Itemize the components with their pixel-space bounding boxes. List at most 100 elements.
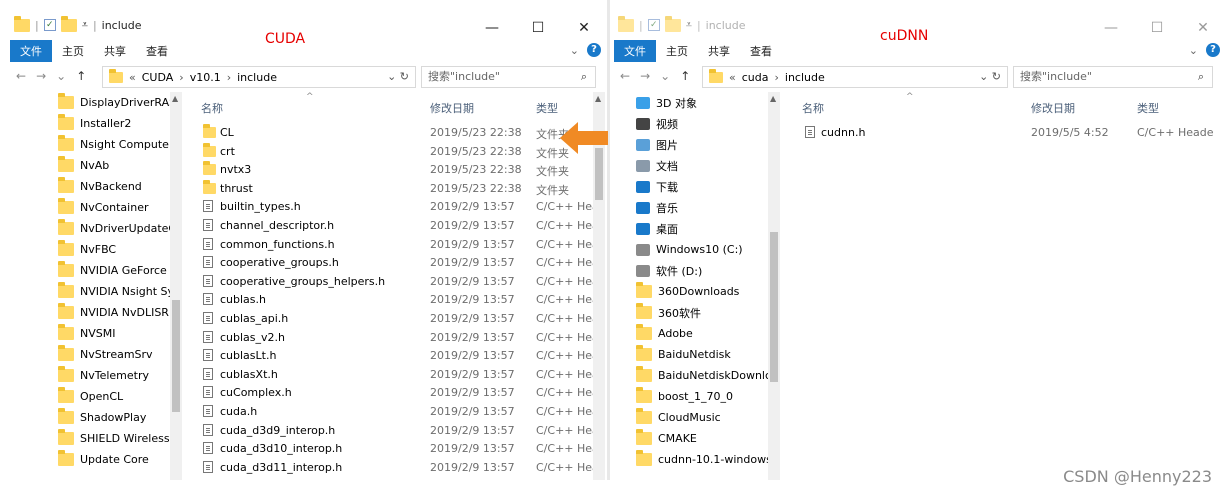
nav-item-label: boost_1_70_0 [658, 390, 733, 403]
file-row[interactable]: cublasLt.h 2019/2/9 13:57 C/C++ Hea [0, 347, 607, 366]
scrollbar-thumb[interactable] [770, 232, 778, 382]
file-row[interactable]: cublas.h 2019/2/9 13:57 C/C++ Hea [0, 291, 607, 310]
address-bar[interactable]: « CUDA › v10.1 › include ⌄ ↻ [102, 66, 416, 88]
properties-checkbox-icon[interactable]: ✓ [43, 19, 56, 31]
nav-item[interactable]: BaiduNetdisk [636, 344, 770, 365]
tab-view[interactable]: 查看 [740, 40, 782, 62]
tab-file[interactable]: 文件 [614, 40, 656, 62]
tab-home[interactable]: 主页 [656, 40, 698, 62]
file-row[interactable]: cuda.h 2019/2/9 13:57 C/C++ Hea [0, 403, 607, 422]
new-folder-icon[interactable] [60, 15, 77, 32]
nav-item[interactable]: 音乐 [636, 197, 770, 218]
nav-item[interactable]: 360Downloads [636, 281, 770, 302]
recent-locations-button[interactable]: ⌄ [56, 69, 66, 83]
expand-ribbon-icon[interactable]: ⌄ [1189, 44, 1198, 57]
nav-item[interactable]: 软件 (D:) [636, 260, 770, 281]
nav-item[interactable]: BaiduNetdiskDownlc [636, 365, 770, 386]
file-row[interactable]: cudnn.h 2019/5/5 4:52 C/C++ Heade [610, 124, 1226, 143]
tab-home[interactable]: 主页 [52, 40, 94, 62]
nav-item[interactable]: CMAKE [636, 428, 770, 449]
column-type[interactable]: 类型 [536, 100, 558, 116]
quick-access-dropdown-icon[interactable]: ⩡ [82, 18, 88, 32]
file-row[interactable]: cublasXt.h 2019/2/9 13:57 C/C++ Hea [0, 366, 607, 385]
column-type[interactable]: 类型 [1137, 100, 1159, 116]
nav-item[interactable]: boost_1_70_0 [636, 386, 770, 407]
file-row[interactable]: CL 2019/5/23 22:38 文件夹 [0, 124, 607, 143]
nav-item[interactable]: 360软件 [636, 302, 770, 323]
file-row[interactable]: cooperative_groups_helpers.h 2019/2/9 13:… [0, 273, 607, 292]
file-date: 2019/2/9 13:57 [430, 218, 515, 232]
address-dropdown-icon[interactable]: ⌄ [979, 70, 988, 83]
back-button[interactable]: ← [620, 69, 630, 83]
breadcrumb-v10-1[interactable]: v10.1 [190, 71, 221, 84]
file-row[interactable]: nvtx3 2019/5/23 22:38 文件夹 [0, 161, 607, 180]
title-bar: | ✓ ⩡ | include CUDA — ☐ ✕ [0, 0, 607, 47]
quick-access-dropdown-icon[interactable]: ⩡ [686, 18, 692, 32]
maximize-button[interactable]: ☐ [1134, 20, 1180, 36]
file-row[interactable]: cublas_api.h 2019/2/9 13:57 C/C++ Hea [0, 310, 607, 329]
nav-item[interactable]: 下载 [636, 176, 770, 197]
breadcrumb-include[interactable]: include [785, 71, 825, 84]
tab-view[interactable]: 查看 [136, 40, 178, 62]
address-bar[interactable]: « cuda › include ⌄ ↻ [702, 66, 1008, 88]
navigation-scrollbar[interactable]: ▲ [768, 92, 780, 480]
column-date[interactable]: 修改日期 [1031, 100, 1075, 116]
file-row[interactable]: cuComplex.h 2019/2/9 13:57 C/C++ Hea [0, 384, 607, 403]
nav-item[interactable]: cudnn-10.1-windows [636, 449, 770, 470]
search-input[interactable]: 搜索"include" ⌕ [421, 66, 596, 88]
minimize-button[interactable]: — [469, 20, 515, 36]
maximize-button[interactable]: ☐ [515, 20, 561, 36]
recent-locations-button[interactable]: ⌄ [660, 69, 670, 83]
file-row[interactable]: cuda_d3d9_interop.h 2019/2/9 13:57 C/C++ H… [0, 422, 607, 441]
file-row[interactable]: crt 2019/5/23 22:38 文件夹 [0, 142, 607, 162]
nav-item-label: 音乐 [656, 201, 678, 215]
refresh-icon[interactable]: ↻ [400, 70, 409, 83]
close-button[interactable]: ✕ [561, 20, 607, 36]
file-row[interactable]: cublas_v2.h 2019/2/9 13:57 C/C++ Hea [0, 329, 607, 348]
nav-item[interactable]: Adobe [636, 323, 770, 344]
properties-checkbox-icon[interactable]: ✓ [647, 19, 660, 31]
folder-icon [636, 345, 652, 361]
search-icon[interactable]: ⌕ [1198, 67, 1204, 87]
file-row[interactable]: builtin_types.h 2019/2/9 13:57 C/C++ Hea [0, 198, 607, 217]
forward-button[interactable]: → [36, 69, 46, 83]
nav-item[interactable]: 桌面 [636, 218, 770, 239]
breadcrumb-cuda[interactable]: CUDA [142, 71, 174, 84]
file-name: builtin_types.h [220, 200, 301, 214]
column-name[interactable]: 名称 [802, 100, 824, 116]
search-input[interactable]: 搜索"include" ⌕ [1013, 66, 1213, 88]
tab-share[interactable]: 共享 [698, 40, 740, 62]
file-type: C/C++ Hea [536, 423, 599, 437]
file-row[interactable]: cooperative_groups.h 2019/2/9 13:57 C/C++ … [0, 254, 607, 273]
up-button[interactable]: ↑ [76, 69, 86, 83]
nav-item-label: 软件 (D:) [656, 264, 703, 278]
file-row[interactable]: channel_descriptor.h 2019/2/9 13:57 C/C++ … [0, 217, 607, 236]
tab-share[interactable]: 共享 [94, 40, 136, 62]
up-button[interactable]: ↑ [680, 69, 690, 83]
forward-button[interactable]: → [640, 69, 650, 83]
nav-item[interactable]: 文档 [636, 155, 770, 176]
file-row[interactable]: common_functions.h 2019/2/9 13:57 C/C++ He… [0, 236, 607, 255]
folder-icon [636, 366, 652, 382]
breadcrumb-cuda[interactable]: cuda [742, 71, 769, 84]
back-button[interactable]: ← [16, 69, 26, 83]
nav-item[interactable]: Windows10 (C:) [636, 239, 770, 260]
column-name[interactable]: 名称 [201, 100, 223, 116]
refresh-icon[interactable]: ↻ [992, 70, 1001, 83]
address-dropdown-icon[interactable]: ⌄ [387, 70, 396, 83]
column-date[interactable]: 修改日期 [430, 100, 474, 116]
close-button[interactable]: ✕ [1180, 20, 1226, 36]
file-row[interactable]: thrust 2019/5/23 22:38 文件夹 [0, 179, 607, 199]
nav-item[interactable]: CloudMusic [636, 407, 770, 428]
search-icon[interactable]: ⌕ [581, 67, 587, 87]
file-row[interactable]: cuda_d3d11_interop.h 2019/2/9 13:57 C/C++ … [0, 459, 607, 478]
expand-ribbon-icon[interactable]: ⌄ [570, 44, 579, 57]
help-icon[interactable]: ? [587, 43, 601, 57]
ribbon-tabs: 文件 主页 共享 查看 ⌄ ? [0, 40, 607, 62]
minimize-button[interactable]: — [1088, 20, 1134, 36]
tab-file[interactable]: 文件 [10, 40, 52, 62]
file-row[interactable]: cuda_d3d10_interop.h 2019/2/9 13:57 C/C++ … [0, 440, 607, 459]
help-icon[interactable]: ? [1206, 43, 1220, 57]
new-folder-icon[interactable] [664, 15, 681, 32]
breadcrumb-include[interactable]: include [237, 71, 277, 84]
